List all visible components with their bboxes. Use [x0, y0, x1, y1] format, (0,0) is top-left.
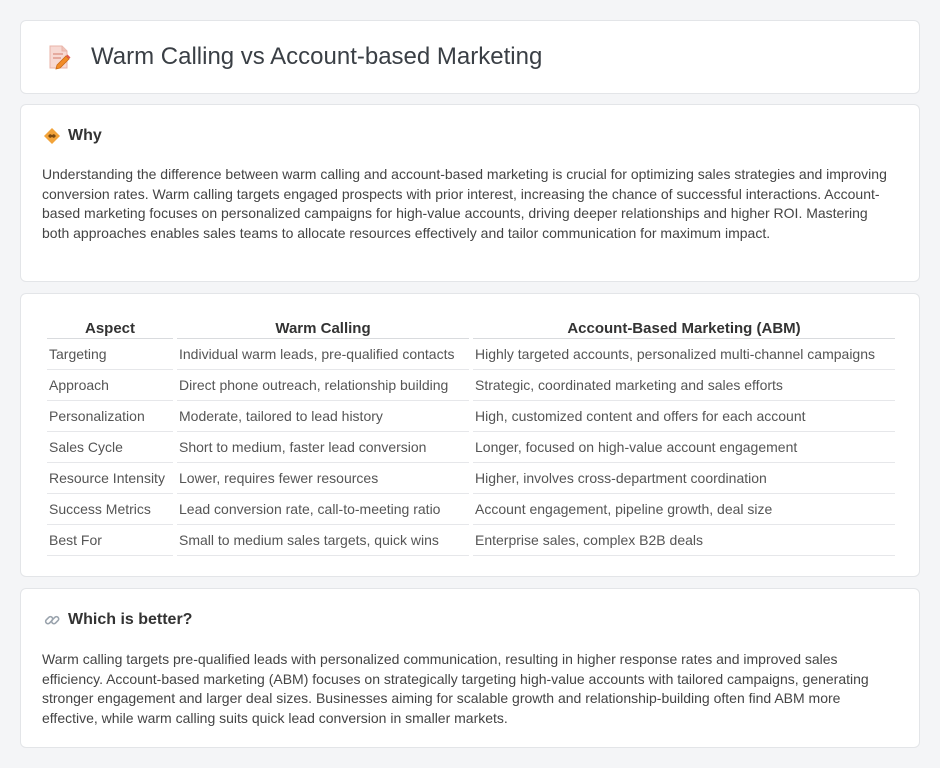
- page-title: Warm Calling vs Account-based Marketing: [91, 43, 543, 70]
- row-warm-calling: Lower, requires fewer resources: [177, 463, 469, 494]
- row-aspect: Approach: [47, 370, 173, 401]
- table-row: Targeting Individual warm leads, pre-qua…: [47, 339, 895, 370]
- row-abm: Account engagement, pipeline growth, dea…: [473, 494, 895, 525]
- better-heading: Which is better?: [43, 611, 192, 629]
- row-warm-calling: Direct phone outreach, relationship buil…: [177, 370, 469, 401]
- table-row: Approach Direct phone outreach, relation…: [47, 370, 895, 401]
- table-header-row: Aspect Warm Calling Account-Based Market…: [47, 316, 895, 339]
- comparison-table: Aspect Warm Calling Account-Based Market…: [43, 316, 899, 556]
- handshake-icon: [44, 128, 60, 144]
- row-abm: High, customized content and offers for …: [473, 401, 895, 432]
- row-aspect: Sales Cycle: [47, 432, 173, 463]
- row-aspect: Targeting: [47, 339, 173, 370]
- row-abm: Higher, involves cross-department coordi…: [473, 463, 895, 494]
- table-row: Resource Intensity Lower, requires fewer…: [47, 463, 895, 494]
- row-abm: Enterprise sales, complex B2B deals: [473, 525, 895, 556]
- table-row: Best For Small to medium sales targets, …: [47, 525, 895, 556]
- document-pencil-icon: [49, 45, 71, 70]
- table-row: Personalization Moderate, tailored to le…: [47, 401, 895, 432]
- row-warm-calling: Individual warm leads, pre-qualified con…: [177, 339, 469, 370]
- row-warm-calling: Lead conversion rate, call-to-meeting ra…: [177, 494, 469, 525]
- why-heading: Why: [43, 127, 102, 145]
- better-body: Warm calling targets pre-qualified leads…: [42, 651, 869, 726]
- table-row: Sales Cycle Short to medium, faster lead…: [47, 432, 895, 463]
- link-icon: [44, 615, 60, 625]
- comparison-card: Aspect Warm Calling Account-Based Market…: [20, 293, 920, 577]
- row-abm: Longer, focused on high-value account en…: [473, 432, 895, 463]
- row-abm: Strategic, coordinated marketing and sal…: [473, 370, 895, 401]
- header-card: Warm Calling vs Account-based Marketing: [20, 20, 920, 94]
- column-header-abm: Account-Based Marketing (ABM): [473, 316, 895, 339]
- title-row: Warm Calling vs Account-based Marketing: [45, 43, 542, 71]
- row-aspect: Resource Intensity: [47, 463, 173, 494]
- row-aspect: Success Metrics: [47, 494, 173, 525]
- row-warm-calling: Short to medium, faster lead conversion: [177, 432, 469, 463]
- column-header-warm-calling: Warm Calling: [177, 316, 469, 339]
- row-warm-calling: Small to medium sales targets, quick win…: [177, 525, 469, 556]
- why-body: Understanding the difference between war…: [42, 166, 887, 241]
- why-title: Why: [68, 127, 102, 144]
- row-aspect: Personalization: [47, 401, 173, 432]
- row-abm: Highly targeted accounts, personalized m…: [473, 339, 895, 370]
- better-title: Which is better?: [68, 611, 193, 628]
- which-is-better-card: Which is better? Warm calling targets pr…: [20, 588, 920, 748]
- column-header-aspect: Aspect: [47, 316, 173, 339]
- row-aspect: Best For: [47, 525, 173, 556]
- why-card: Why Understanding the difference between…: [20, 104, 920, 282]
- table-row: Success Metrics Lead conversion rate, ca…: [47, 494, 895, 525]
- row-warm-calling: Moderate, tailored to lead history: [177, 401, 469, 432]
